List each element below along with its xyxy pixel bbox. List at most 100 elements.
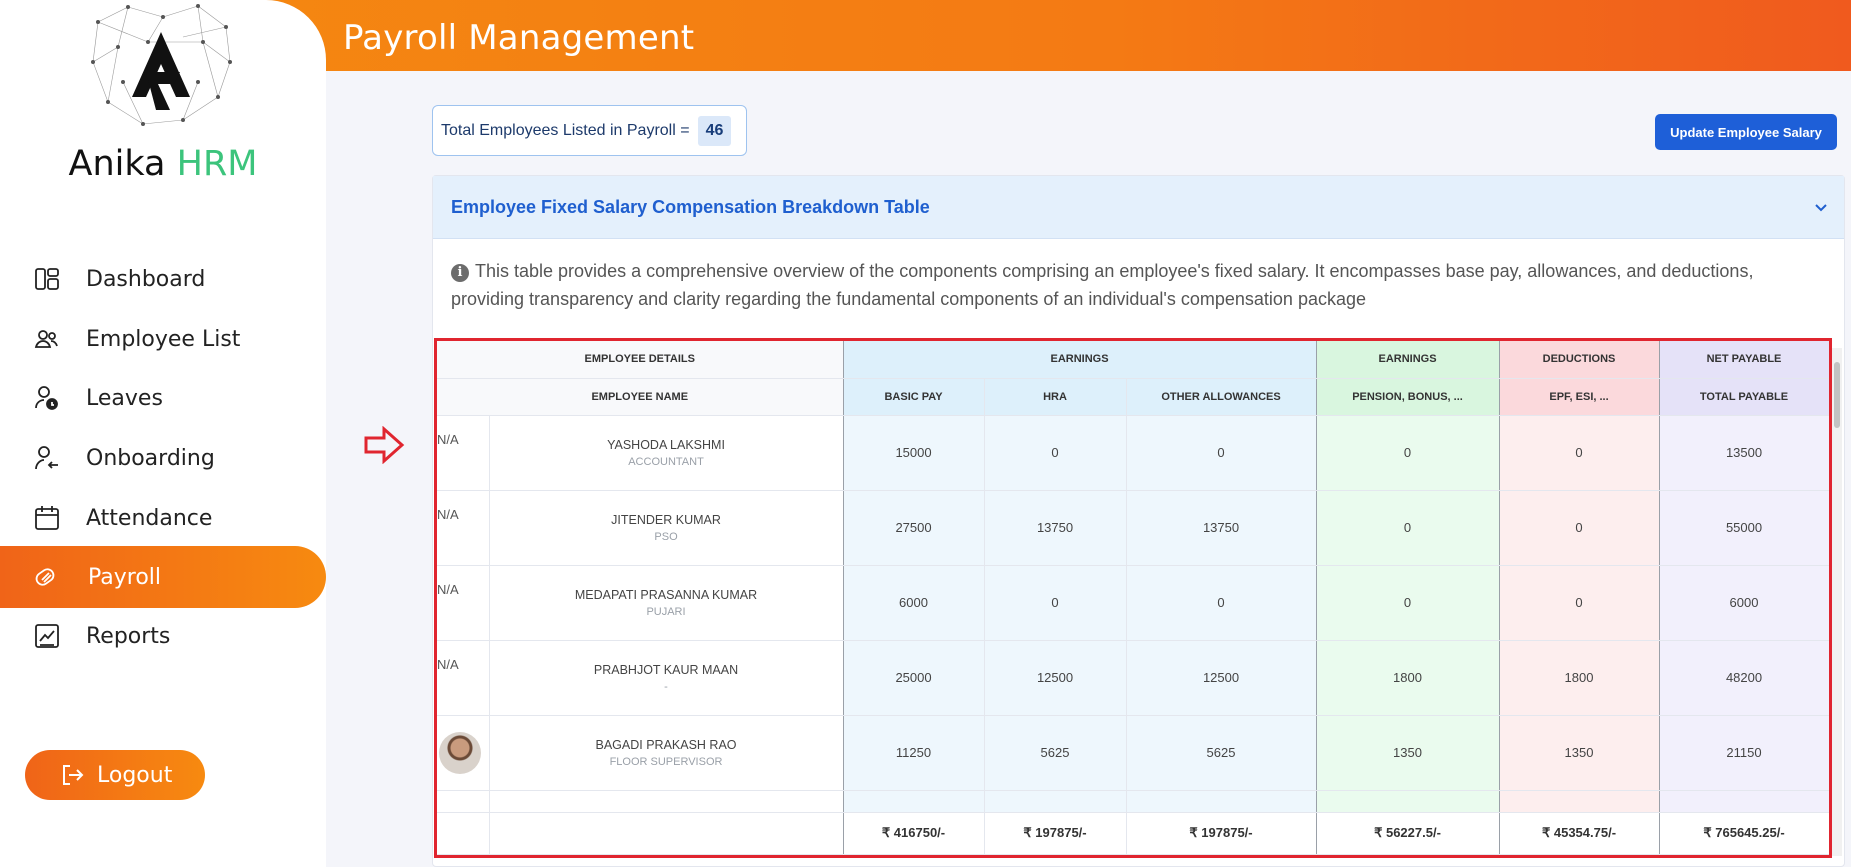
cell-pension-bonus: 0 — [1316, 565, 1500, 641]
table-row: N/A MEDAPATI PRASANNA KUMAR PUJARI 6000 0… — [437, 565, 1829, 641]
total-other-allowances: ₹ 197875/- — [1126, 812, 1317, 855]
cell-total-payable: 55000 — [1659, 490, 1829, 566]
sidebar-item-payroll[interactable]: Payroll — [0, 546, 326, 608]
employee-photo: N/A — [437, 640, 490, 716]
cell-epf-esi: 1800 — [1499, 640, 1660, 716]
group-header-employee-details: EMPLOYEE DETAILS — [437, 341, 844, 379]
total-epf-esi: ₹ 45354.75/- — [1499, 812, 1660, 855]
logout-button[interactable]: Logout — [25, 750, 205, 800]
cell-pension-bonus: 0 — [1316, 490, 1500, 566]
update-employee-salary-button[interactable]: Update Employee Salary — [1655, 114, 1837, 150]
cell-pension-bonus: 0 — [1316, 415, 1500, 491]
total-employees-summary: Total Employees Listed in Payroll = 46 — [432, 105, 747, 156]
table-column-header-row: EMPLOYEE NAME BASIC PAY HRA OTHER ALLOWA… — [437, 378, 1829, 416]
table-row: N/A PRABHJOT KAUR MAAN - 25000 12500 1250… — [437, 640, 1829, 716]
group-header-deductions: DEDUCTIONS — [1499, 341, 1660, 379]
cell-total-payable: 6000 — [1659, 565, 1829, 641]
accordion-header[interactable]: Employee Fixed Salary Compensation Break… — [433, 176, 1844, 239]
employee-name-cell: BAGADI PRAKASH RAO FLOOR SUPERVISOR — [489, 715, 844, 791]
calendar-icon — [35, 506, 59, 530]
cell-total-payable: 13500 — [1659, 415, 1829, 491]
table-group-header-row: EMPLOYEE DETAILS EARNINGS EARNINGS DEDUC… — [437, 341, 1829, 379]
sidebar-item-leaves[interactable]: Leaves — [0, 367, 326, 429]
payroll-icon — [35, 568, 55, 586]
cell-basic-pay: 15000 — [843, 415, 985, 491]
col-header-pension-bonus: PENSION, BONUS, ... — [1316, 378, 1500, 416]
cell-pension-bonus: 1800 — [1316, 640, 1500, 716]
col-header-other-allowances: OTHER ALLOWANCES — [1126, 378, 1317, 416]
chevron-down-icon[interactable] — [1814, 200, 1828, 214]
col-header-total-payable: TOTAL PAYABLE — [1659, 378, 1829, 416]
group-header-net-payable: NET PAYABLE — [1659, 341, 1829, 379]
cell-epf-esi: 1350 — [1499, 715, 1660, 791]
cell-total-payable: 48200 — [1659, 640, 1829, 716]
cell-other-allowances: 5625 — [1126, 715, 1317, 791]
table-row: N/A YASHODA LAKSHMI ACCOUNTANT 15000 0 0 … — [437, 415, 1829, 491]
group-header-earnings: EARNINGS — [843, 341, 1317, 379]
cell-hra: 0 — [984, 415, 1127, 491]
brand-name: Anika HRM — [68, 144, 258, 184]
total-pension-bonus: ₹ 56227.5/- — [1316, 812, 1500, 855]
cell-hra: 5625 — [984, 715, 1127, 791]
user-clock-icon — [35, 386, 58, 410]
cell-basic-pay: 6000 — [843, 565, 985, 641]
info-icon: i — [451, 264, 469, 282]
total-employees-label: Total Employees Listed in Payroll = — [441, 121, 690, 139]
logout-icon — [63, 765, 84, 785]
arrow-right-icon — [364, 426, 405, 464]
dashboard-icon — [35, 268, 59, 290]
sidebar-item-attendance[interactable]: Attendance — [0, 487, 326, 549]
scrollbar-thumb[interactable] — [1834, 362, 1840, 428]
cell-other-allowances: 0 — [1126, 415, 1317, 491]
cell-epf-esi: 0 — [1499, 490, 1660, 566]
group-header-earnings-2: EARNINGS — [1316, 341, 1500, 379]
cell-epf-esi: 0 — [1499, 415, 1660, 491]
total-basic-pay: ₹ 416750/- — [843, 812, 985, 855]
sidebar: Anika HRM Dashboard Employee List Leaves… — [0, 0, 326, 867]
employee-photo: N/A — [437, 565, 490, 641]
col-header-basic-pay: BASIC PAY — [843, 378, 985, 416]
cell-hra: 0 — [984, 565, 1127, 641]
user-arrow-icon — [35, 446, 58, 470]
employee-photo — [437, 715, 490, 791]
cell-hra: 12500 — [984, 640, 1127, 716]
page-title: Payroll Management — [343, 18, 695, 58]
cell-epf-esi: 0 — [1499, 565, 1660, 641]
employee-photo: N/A — [437, 490, 490, 566]
cell-hra: 13750 — [984, 490, 1127, 566]
cell-basic-pay: 11250 — [843, 715, 985, 791]
sidebar-item-employee-list[interactable]: Employee List — [0, 308, 326, 370]
total-net-payable: ₹ 765645.25/- — [1659, 812, 1829, 855]
employee-name-cell: JITENDER KUMAR PSO — [489, 490, 844, 566]
employee-photo: N/A — [437, 415, 490, 491]
col-header-hra: HRA — [984, 378, 1127, 416]
col-header-employee-name: EMPLOYEE NAME — [437, 378, 844, 416]
company-logo — [91, 4, 232, 126]
table-totals-row: ₹ 416750/- ₹ 197875/- ₹ 197875/- ₹ 56227… — [437, 812, 1829, 855]
table-row: BAGADI PRAKASH RAO FLOOR SUPERVISOR 11250… — [437, 715, 1829, 791]
cell-basic-pay: 25000 — [843, 640, 985, 716]
sidebar-item-reports[interactable]: Reports — [0, 605, 326, 667]
sidebar-item-onboarding[interactable]: Onboarding — [0, 427, 326, 489]
accordion-title: Employee Fixed Salary Compensation Break… — [451, 197, 930, 217]
employee-name-cell: YASHODA LAKSHMI ACCOUNTANT — [489, 415, 844, 491]
total-hra: ₹ 197875/- — [984, 812, 1127, 855]
total-employees-count: 46 — [697, 115, 732, 146]
cell-pension-bonus: 1350 — [1316, 715, 1500, 791]
employee-name-cell: MEDAPATI PRASANNA KUMAR PUJARI — [489, 565, 844, 641]
avatar — [439, 731, 481, 774]
salary-breakdown-table: EMPLOYEE DETAILS EARNINGS EARNINGS DEDUC… — [434, 338, 1832, 858]
table-row: N/A JITENDER KUMAR PSO 27500 13750 13750 … — [437, 490, 1829, 566]
cell-basic-pay: 27500 — [843, 490, 985, 566]
sidebar-item-dashboard[interactable]: Dashboard — [0, 248, 326, 310]
table-row-partial — [437, 790, 1829, 813]
accordion-description: i This table provides a comprehensive ove… — [451, 261, 1754, 309]
cell-other-allowances: 0 — [1126, 565, 1317, 641]
employee-name-cell: PRABHJOT KAUR MAAN - — [489, 640, 844, 716]
report-chart-icon — [35, 624, 59, 648]
cell-total-payable: 21150 — [1659, 715, 1829, 791]
table-scrollbar[interactable] — [1832, 348, 1842, 856]
col-header-epf-esi: EPF, ESI, ... — [1499, 378, 1660, 416]
users-icon — [34, 330, 58, 348]
cell-other-allowances: 12500 — [1126, 640, 1317, 716]
